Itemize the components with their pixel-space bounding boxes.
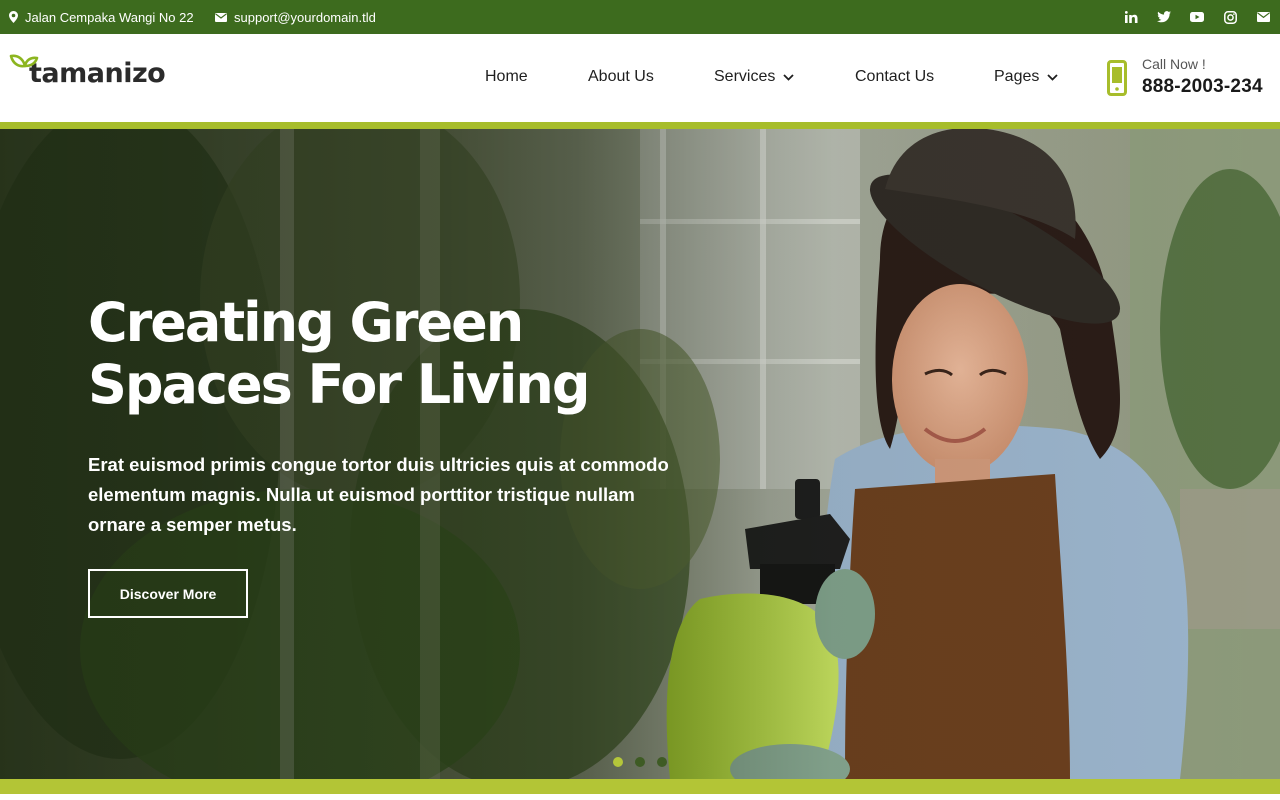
envelope-icon [215,12,227,22]
top-bar: Jalan Cempaka Wangi No 22 support@yourdo… [0,0,1280,34]
slider-dot[interactable] [635,757,645,767]
hero-title: Creating Green Spaces For Living [88,292,648,416]
site-header: tamanizo Home About Us Services Contact … [0,34,1280,122]
mobile-phone-icon [1107,60,1127,96]
nav-home[interactable]: Home [485,68,528,86]
chevron-down-icon [783,73,794,81]
address-info: Jalan Cempaka Wangi No 22 [9,0,194,34]
nav-pages[interactable]: Pages [994,68,1059,86]
call-number[interactable]: 888-2003-234 [1142,72,1263,102]
nav-label: About Us [588,68,654,85]
nav-contact-us[interactable]: Contact Us [855,68,934,86]
call-texts: Call Now ! 888-2003-234 [1142,56,1263,102]
hero-title-line1: Creating Green [88,291,524,354]
footer-accent-bar [0,779,1280,794]
nav-services[interactable]: Services [714,68,794,86]
nav-label: Pages [994,68,1040,85]
nav-label: Home [485,68,528,85]
call-now[interactable]: Call Now ! 888-2003-234 [1107,56,1263,102]
hero-description: Erat euismod primis congue tortor duis u… [88,454,669,535]
mail-icon[interactable] [1256,10,1270,24]
hero-slider: Creating Green Spaces For Living Erat eu… [0,129,1280,779]
chevron-down-icon [1047,73,1059,81]
slider-dots [613,757,667,767]
social-links [1124,0,1270,34]
twitter-icon[interactable] [1157,10,1171,24]
header-accent-bar [0,122,1280,129]
instagram-icon[interactable] [1223,10,1237,24]
slider-dot[interactable] [657,757,667,767]
nav-label: Contact Us [855,68,935,85]
nav-about-us[interactable]: About Us [588,68,654,86]
page-bottom-strip [0,794,1280,800]
hero-title-line2: Spaces For Living [88,353,591,416]
email-info[interactable]: support@yourdomain.tld [215,0,376,34]
email-text[interactable]: support@yourdomain.tld [234,10,376,25]
youtube-icon[interactable] [1190,10,1204,24]
call-label: Call Now ! [1142,56,1206,72]
discover-more-button[interactable]: Discover More [88,569,248,618]
slider-dot[interactable] [613,757,623,767]
nav-label: Services [714,68,776,85]
address-text: Jalan Cempaka Wangi No 22 [25,9,194,25]
linkedin-icon[interactable] [1124,10,1138,24]
map-pin-icon [9,11,18,23]
leaf-logo-icon [9,54,39,68]
site-logo[interactable]: tamanizo [9,52,166,96]
